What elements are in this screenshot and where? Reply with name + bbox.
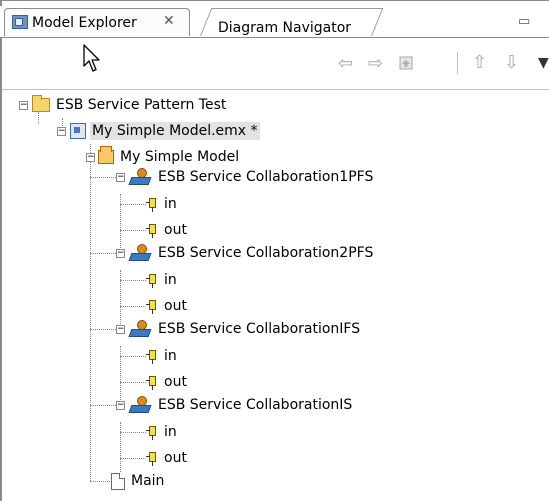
tree-item-port[interactable]: in	[146, 193, 179, 215]
model-tree: − ESB Service Pattern Test − My Simple M…	[0, 90, 549, 501]
tree-item-label: ESB Service Pattern Test	[56, 97, 227, 113]
port-icon	[146, 374, 158, 390]
mouse-cursor-icon	[83, 44, 100, 72]
tree-item-port[interactable]: out	[146, 295, 189, 317]
port-icon	[146, 196, 158, 212]
tree-connector	[120, 204, 146, 205]
tree-item-collaboration[interactable]: ESB Service Collaboration2PFS	[128, 242, 375, 264]
tree-item-diagram[interactable]: Main	[111, 470, 166, 492]
tree-connector	[120, 230, 146, 231]
collapse-toggle-icon[interactable]: −	[57, 127, 66, 136]
view-tab-bar: Model Explorer ✕ Diagram Navigator ▭	[0, 6, 549, 38]
model-file-icon	[70, 123, 86, 139]
toolbar-separator	[457, 52, 458, 74]
tree-item-label: in	[164, 196, 177, 212]
tree-item-label: out	[164, 222, 187, 238]
tree-connector	[120, 306, 146, 307]
tree-item-model-file[interactable]: My Simple Model.emx *	[70, 120, 260, 142]
home-icon[interactable]	[398, 53, 416, 71]
tab-label[interactable]: Diagram Navigator	[218, 20, 351, 36]
model-package-icon	[98, 146, 114, 164]
tree-item-port[interactable]: out	[146, 371, 189, 393]
tree-item-label: in	[164, 272, 177, 288]
tab-model-explorer[interactable]: Model Explorer ✕	[4, 8, 190, 36]
tree-item-port[interactable]: out	[146, 219, 189, 241]
tree-item-collaboration[interactable]: ESB Service CollaborationIFS	[128, 318, 362, 340]
tree-item-port[interactable]: in	[146, 421, 179, 443]
tree-item-port[interactable]: in	[146, 269, 179, 291]
tree-connector	[120, 432, 146, 433]
collapse-toggle-icon[interactable]: −	[116, 401, 125, 410]
tree-item-label: Main	[131, 473, 165, 489]
collapse-toggle-icon[interactable]: −	[116, 325, 125, 334]
collaboration-icon	[128, 396, 152, 414]
collapse-toggle-icon[interactable]: −	[86, 153, 95, 162]
port-icon	[146, 424, 158, 440]
minimize-icon[interactable]: ▭	[518, 14, 532, 29]
open-folder-icon	[32, 95, 50, 112]
collaboration-icon	[128, 320, 152, 338]
tree-connector	[120, 356, 146, 357]
tree-item-project[interactable]: ESB Service Pattern Test	[32, 94, 228, 116]
view-menu-icon[interactable]: ▼	[538, 55, 549, 71]
tab-label: Model Explorer	[32, 15, 137, 31]
tree-connector	[120, 382, 146, 383]
arrow-left-icon[interactable]: ⇦	[338, 53, 353, 74]
collaboration-icon	[128, 244, 152, 262]
tree-connector	[90, 253, 116, 254]
tree-item-label: in	[164, 424, 177, 440]
port-icon	[146, 222, 158, 238]
tree-item-label: ESB Service CollaborationIFS	[158, 321, 361, 337]
tree-connector	[120, 280, 146, 281]
arrow-right-icon[interactable]: ⇨	[368, 53, 383, 74]
tree-item-model[interactable]: My Simple Model	[98, 146, 241, 168]
tree-item-label: ESB Service CollaborationIS	[158, 397, 353, 413]
arrow-up-icon[interactable]: ⇧	[472, 52, 487, 73]
tree-item-label: My Simple Model	[120, 149, 240, 165]
tree-item-label: out	[164, 374, 187, 390]
tree-item-port[interactable]: in	[146, 345, 179, 367]
collapse-toggle-icon[interactable]: −	[116, 249, 125, 258]
tree-connector	[90, 405, 116, 406]
tree-item-label: out	[164, 450, 187, 466]
close-icon[interactable]: ✕	[163, 13, 175, 29]
tree-item-port[interactable]: out	[146, 447, 189, 469]
tree-item-label: ESB Service Collaboration2PFS	[158, 245, 374, 261]
arrow-down-icon[interactable]: ⇩	[504, 52, 519, 73]
port-icon	[146, 272, 158, 288]
diagram-icon	[111, 472, 125, 490]
tree-item-collaboration[interactable]: ESB Service Collaboration1PFS	[128, 166, 375, 188]
tree-connector	[90, 144, 91, 481]
collapse-toggle-icon[interactable]: −	[19, 101, 28, 110]
tree-connector	[90, 177, 116, 178]
tree-item-collaboration[interactable]: ESB Service CollaborationIS	[128, 394, 354, 416]
tree-item-label: in	[164, 348, 177, 364]
tree-item-label: ESB Service Collaboration1PFS	[158, 169, 374, 185]
collaboration-icon	[128, 168, 152, 186]
port-icon	[146, 348, 158, 364]
port-icon	[146, 298, 158, 314]
collapse-toggle-icon[interactable]: −	[116, 173, 125, 182]
tree-connector	[120, 458, 146, 459]
tree-item-label: My Simple Model.emx *	[90, 122, 260, 140]
tree-connector	[90, 329, 116, 330]
tree-connector	[90, 481, 110, 482]
tree-item-label: out	[164, 298, 187, 314]
model-explorer-icon	[12, 15, 28, 29]
port-icon	[146, 450, 158, 466]
